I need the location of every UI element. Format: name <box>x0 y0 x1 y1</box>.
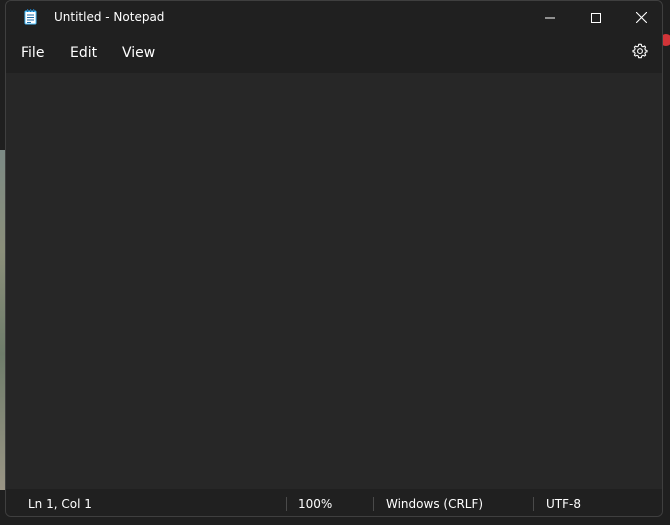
desktop-caption <box>0 516 200 525</box>
cursor-position: Ln 1, Col 1 <box>28 497 92 511</box>
desktop-background: Untitled - Notepad File Edit View Ln 1, … <box>0 0 670 525</box>
close-icon <box>635 8 647 27</box>
status-divider <box>533 497 534 511</box>
maximize-button[interactable] <box>573 1 619 33</box>
zoom-level[interactable]: 100% <box>298 496 332 512</box>
notepad-icon <box>24 9 37 25</box>
menu-file[interactable]: File <box>19 44 46 62</box>
notepad-window: Untitled - Notepad File Edit View Ln 1, … <box>5 0 663 517</box>
status-divider <box>286 497 287 511</box>
title-bar[interactable]: Untitled - Notepad <box>6 1 662 33</box>
minimize-button[interactable] <box>527 1 573 33</box>
status-bar: Ln 1, Col 1 100% Windows (CRLF) UTF-8 <box>6 489 662 516</box>
gear-icon <box>632 43 648 63</box>
close-button[interactable] <box>618 1 662 33</box>
window-title: Untitled - Notepad <box>54 10 165 24</box>
maximize-icon <box>591 8 601 27</box>
line-ending[interactable]: Windows (CRLF) <box>386 496 483 512</box>
menu-bar: File Edit View <box>6 33 662 73</box>
minimize-icon <box>545 8 555 27</box>
settings-button[interactable] <box>630 43 650 63</box>
encoding[interactable]: UTF-8 <box>546 496 581 512</box>
menu-edit[interactable]: Edit <box>68 44 99 62</box>
menu-view[interactable]: View <box>120 44 157 62</box>
status-divider <box>373 497 374 511</box>
text-editor[interactable] <box>6 73 662 489</box>
